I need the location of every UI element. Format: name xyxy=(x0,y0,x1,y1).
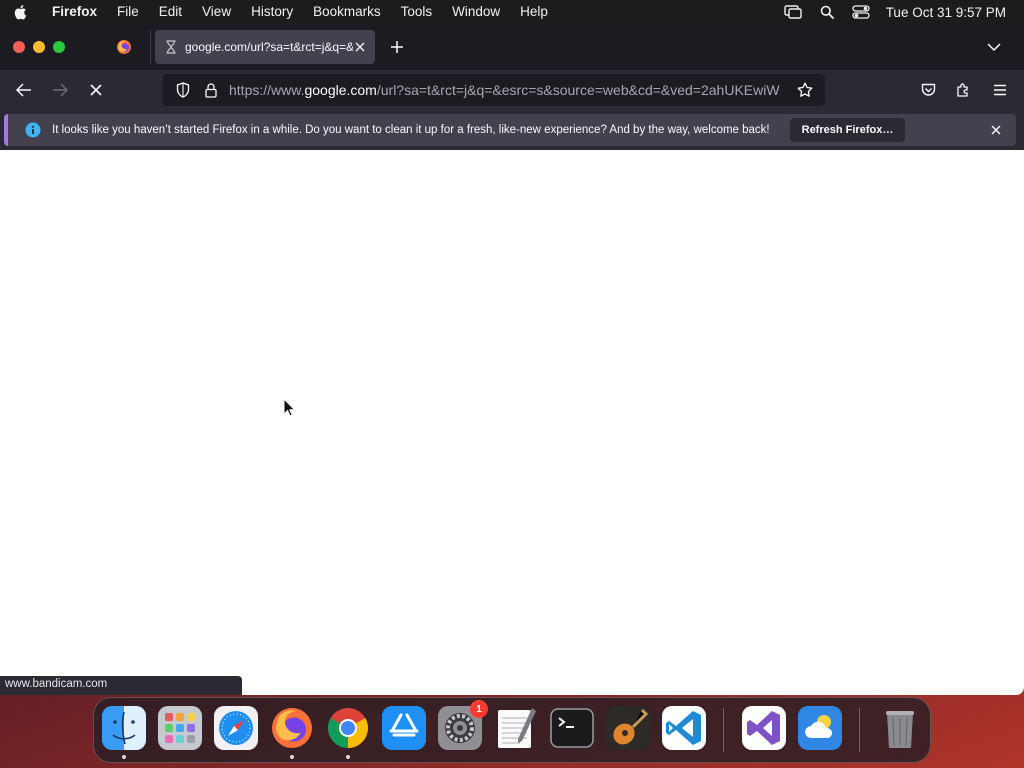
tab-separator xyxy=(150,30,151,64)
visual-studio-icon xyxy=(742,706,786,750)
toolbar-right xyxy=(910,74,1024,106)
dock-chrome[interactable] xyxy=(326,706,370,759)
notification-bar: It looks like you haven’t started Firefo… xyxy=(0,110,1024,150)
dock-app-store[interactable] xyxy=(382,706,426,750)
safari-compass-icon xyxy=(214,706,258,750)
notification-close-icon[interactable] xyxy=(986,125,1006,135)
menu-history[interactable]: History xyxy=(241,0,303,24)
textedit-icon xyxy=(498,708,536,748)
refresh-firefox-notification: It looks like you haven’t started Firefo… xyxy=(4,114,1016,146)
chrome-icon xyxy=(328,708,368,748)
weather-icon xyxy=(798,706,842,750)
dock-finder[interactable] xyxy=(102,706,146,759)
list-all-tabs-button[interactable] xyxy=(964,30,1024,64)
menu-help[interactable]: Help xyxy=(510,0,558,24)
plus-icon xyxy=(391,41,403,53)
dock-weather[interactable] xyxy=(798,706,842,750)
close-icon xyxy=(90,84,102,96)
arrow-left-icon xyxy=(16,83,31,97)
dock-trash[interactable] xyxy=(878,706,922,750)
dock: 1 xyxy=(93,697,931,763)
trash-icon xyxy=(886,711,914,748)
dock-vscode[interactable] xyxy=(662,706,706,750)
url-text: https://www.google.com/url?sa=t&rct=j&q=… xyxy=(229,82,791,98)
back-button[interactable] xyxy=(6,74,42,106)
url-path: /url?sa=t&rct=j&q=&esrc=s&source=web&cd=… xyxy=(376,82,780,98)
stop-loading-button[interactable] xyxy=(78,74,114,106)
pocket-button[interactable] xyxy=(910,74,946,106)
menu-tools[interactable]: Tools xyxy=(391,0,443,24)
loading-hourglass-icon xyxy=(166,40,176,54)
url-host: google.com xyxy=(304,82,377,98)
running-indicator xyxy=(122,755,126,759)
dock-launchpad[interactable] xyxy=(158,706,202,750)
guitar-icon xyxy=(606,706,650,750)
window-controls xyxy=(0,41,100,53)
new-tab-button[interactable] xyxy=(375,30,419,64)
menu-bar: Firefox File Edit View History Bookmarks… xyxy=(0,0,1024,24)
spotlight-search-icon[interactable] xyxy=(810,5,844,19)
puzzle-piece-icon xyxy=(957,83,968,97)
dock-system-settings[interactable]: 1 xyxy=(438,700,488,750)
bookmark-star-icon[interactable] xyxy=(791,82,819,98)
notification-badge: 1 xyxy=(470,700,488,718)
navigation-toolbar: https://www.google.com/url?sa=t&rct=j&q=… xyxy=(0,70,1024,110)
app-store-icon xyxy=(382,706,426,750)
terminal-icon xyxy=(550,708,594,748)
control-center-icon[interactable] xyxy=(844,5,878,19)
url-scheme: https://www. xyxy=(229,82,305,98)
pinned-tab-firefox[interactable] xyxy=(100,30,148,64)
dock-terminal[interactable] xyxy=(550,706,594,750)
status-panel: www.bandicam.com xyxy=(0,676,242,695)
extensions-button[interactable] xyxy=(946,74,982,106)
app-menu-button[interactable] xyxy=(982,74,1018,106)
launchpad-icon xyxy=(158,706,202,750)
menu-app-firefox[interactable]: Firefox xyxy=(40,0,107,24)
tab-title: google.com/url?sa=t&rct=j&q=& xyxy=(185,40,353,54)
tab-active[interactable]: google.com/url?sa=t&rct=j&q=& xyxy=(155,30,375,64)
browser-window: google.com/url?sa=t&rct=j&q=& https://ww… xyxy=(0,24,1024,695)
arrow-right-icon xyxy=(53,83,68,97)
forward-button[interactable] xyxy=(42,74,78,106)
dock-textedit[interactable] xyxy=(494,706,538,750)
tab-strip: google.com/url?sa=t&rct=j&q=& xyxy=(0,24,1024,70)
running-indicator xyxy=(346,755,350,759)
menu-file[interactable]: File xyxy=(107,0,149,24)
notification-message: It looks like you haven’t started Firefo… xyxy=(52,124,770,136)
menu-edit[interactable]: Edit xyxy=(149,0,192,24)
dock-firefox[interactable] xyxy=(270,706,314,759)
vscode-icon xyxy=(662,706,706,750)
hamburger-menu-icon xyxy=(994,84,1006,96)
menu-view[interactable]: View xyxy=(192,0,241,24)
url-bar[interactable]: https://www.google.com/url?sa=t&rct=j&q=… xyxy=(163,74,825,106)
dock-separator xyxy=(859,708,860,752)
window-zoom-button[interactable] xyxy=(53,41,65,53)
chevron-down-icon xyxy=(987,43,1001,51)
lock-icon[interactable] xyxy=(197,82,225,98)
info-icon xyxy=(22,122,44,138)
dock-safari[interactable] xyxy=(214,706,258,750)
running-indicator xyxy=(290,755,294,759)
page-content[interactable] xyxy=(0,151,1024,695)
menu-window[interactable]: Window xyxy=(442,0,510,24)
window-minimize-button[interactable] xyxy=(33,41,45,53)
tab-close-icon[interactable] xyxy=(353,42,367,52)
dock-garageband[interactable] xyxy=(606,706,650,750)
refresh-firefox-button[interactable]: Refresh Firefox… xyxy=(789,118,906,142)
mouse-cursor-icon xyxy=(283,397,296,422)
dock-visual-studio[interactable] xyxy=(742,706,786,750)
firefox-icon xyxy=(117,40,131,54)
menu-clock[interactable]: Tue Oct 31 9:57 PM xyxy=(878,5,1024,20)
tracking-protection-shield-icon[interactable] xyxy=(169,82,197,98)
firefox-icon xyxy=(272,708,312,748)
menu-bookmarks[interactable]: Bookmarks xyxy=(303,0,391,24)
apple-menu-icon[interactable] xyxy=(0,4,40,20)
window-close-button[interactable] xyxy=(13,41,25,53)
screen-mirroring-icon[interactable] xyxy=(776,5,810,19)
finder-icon xyxy=(102,706,146,750)
pocket-icon xyxy=(921,83,935,96)
dock-separator xyxy=(723,708,724,752)
